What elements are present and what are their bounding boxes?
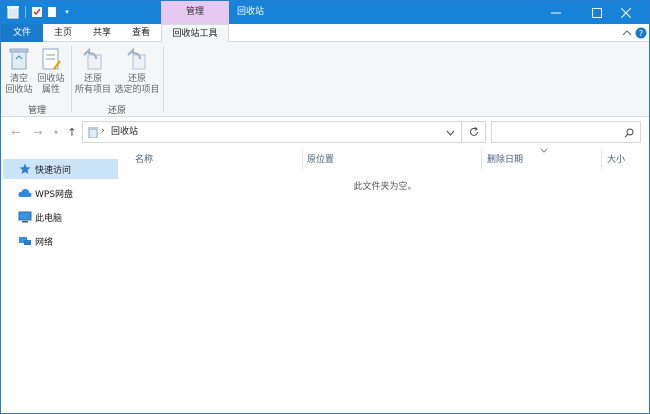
sort-chevron-icon [539, 147, 549, 153]
restore-selected-label-1: 还原 [127, 74, 146, 84]
divider [25, 6, 26, 18]
empty-folder-message: 此文件夹为空。 [353, 182, 417, 192]
address-path[interactable]: 回收站 [111, 122, 138, 142]
manage-context-tab[interactable]: 管理 [161, 1, 229, 24]
properties-icon[interactable] [29, 4, 45, 20]
column-divider[interactable] [302, 149, 303, 169]
restore-selected-icon [124, 46, 150, 72]
restore-selected-button[interactable]: 还原 选定的项目 [113, 46, 161, 96]
restore-all-label-1: 还原 [83, 74, 102, 84]
ribbon-divider [163, 46, 164, 112]
customize-toolbar-icon[interactable]: ▾ [59, 4, 75, 20]
tab-file[interactable]: 文件 [1, 24, 43, 42]
properties-label-2: 属性 [41, 85, 60, 95]
cloud-icon [18, 186, 32, 200]
column-header-original-location[interactable]: 原位置 [307, 151, 334, 169]
refresh-icon [469, 127, 478, 136]
column-divider[interactable] [481, 149, 482, 169]
nav-item-network[interactable]: 网络 [3, 231, 118, 251]
properties-icon [38, 46, 64, 72]
recent-locations-chevron-icon[interactable]: ▾ [49, 125, 63, 139]
address-bar[interactable]: › 回收站 [82, 121, 462, 143]
svg-text:?: ? [639, 29, 643, 38]
empty-recycle-bin-button[interactable]: 清空 回收站 [5, 46, 33, 96]
restore-all-button[interactable]: 还原 所有项目 [73, 46, 113, 96]
help-icon[interactable]: ? [635, 27, 647, 39]
navigation-pane: 快速访问 WPS网盘 此电脑 网络 [1, 147, 121, 413]
minimize-button[interactable] [533, 1, 579, 24]
search-icon[interactable] [622, 126, 636, 140]
forward-arrow-icon[interactable]: → [31, 125, 45, 139]
column-header-name[interactable]: 名称 [135, 151, 153, 169]
chevron-up-icon[interactable] [621, 27, 633, 39]
restore-all-label-2: 所有项目 [74, 85, 111, 95]
nav-item-label: 快速访问 [35, 165, 72, 176]
search-input[interactable] [491, 121, 641, 143]
tab-home[interactable]: 主页 [43, 24, 83, 42]
refresh-button[interactable] [462, 121, 486, 143]
nav-item-label: WPS网盘 [35, 189, 74, 200]
new-folder-icon[interactable] [44, 4, 60, 20]
tab-share[interactable]: 共享 [83, 24, 121, 42]
nav-item-this-pc[interactable]: 此电脑 [3, 207, 118, 227]
recycle-bin-icon [87, 126, 99, 139]
recycle-bin-properties-button[interactable]: 回收站 属性 [35, 46, 67, 96]
restore-selected-label-2: 选定的项目 [114, 85, 160, 95]
close-button[interactable] [603, 1, 649, 24]
network-icon [18, 234, 32, 248]
tab-recycle-bin-tools[interactable]: 回收站工具 [161, 24, 229, 43]
up-arrow-icon[interactable]: ↑ [65, 125, 79, 139]
properties-label-1: 回收站 [37, 74, 65, 84]
breadcrumb-chevron-icon[interactable]: › [101, 126, 105, 136]
ribbon: 清空 回收站 回收站 属性 管理 还原 所有项目 还原 选定的项目 还原 [1, 42, 649, 117]
column-header-size[interactable]: 大小 [607, 151, 625, 169]
group-manage-label: 管理 [27, 106, 46, 116]
empty-bin-label-2: 回收站 [5, 85, 33, 95]
nav-item-label: 网络 [35, 237, 54, 248]
navigation-bar: ← → ▾ ↑ › 回收站 [1, 117, 649, 147]
nav-item-wps-drive[interactable]: WPS网盘 [3, 183, 118, 203]
window-title: 回收站 [237, 7, 265, 17]
nav-item-quick-access[interactable]: 快速访问 [3, 159, 118, 179]
star-icon [18, 162, 32, 176]
group-restore-label: 还原 [107, 106, 126, 116]
restore-all-icon [80, 46, 106, 72]
column-header-date-deleted[interactable]: 删除日期 [487, 151, 523, 169]
back-arrow-icon[interactable]: ← [9, 125, 23, 139]
file-list: 名称 原位置 删除日期 大小 此文件夹为空。 [121, 147, 649, 413]
recycle-bin-icon [6, 46, 32, 72]
recycle-bin-icon[interactable] [5, 4, 21, 20]
ribbon-tabs: 文件 主页 共享 查看 回收站工具 ? [1, 24, 649, 43]
column-divider[interactable] [601, 149, 602, 169]
explorer-window: ▾ 管理 回收站 文件 主页 共享 查看 回收站工具 ? 清空 回收站 回收站 … [0, 0, 650, 414]
tab-view[interactable]: 查看 [121, 24, 161, 42]
empty-bin-label-1: 清空 [9, 74, 28, 84]
title-bar: ▾ 管理 回收站 [1, 1, 649, 24]
nav-item-label: 此电脑 [35, 213, 63, 224]
ribbon-divider [71, 46, 72, 112]
computer-icon [18, 210, 32, 224]
chevron-down-icon[interactable] [443, 126, 457, 140]
